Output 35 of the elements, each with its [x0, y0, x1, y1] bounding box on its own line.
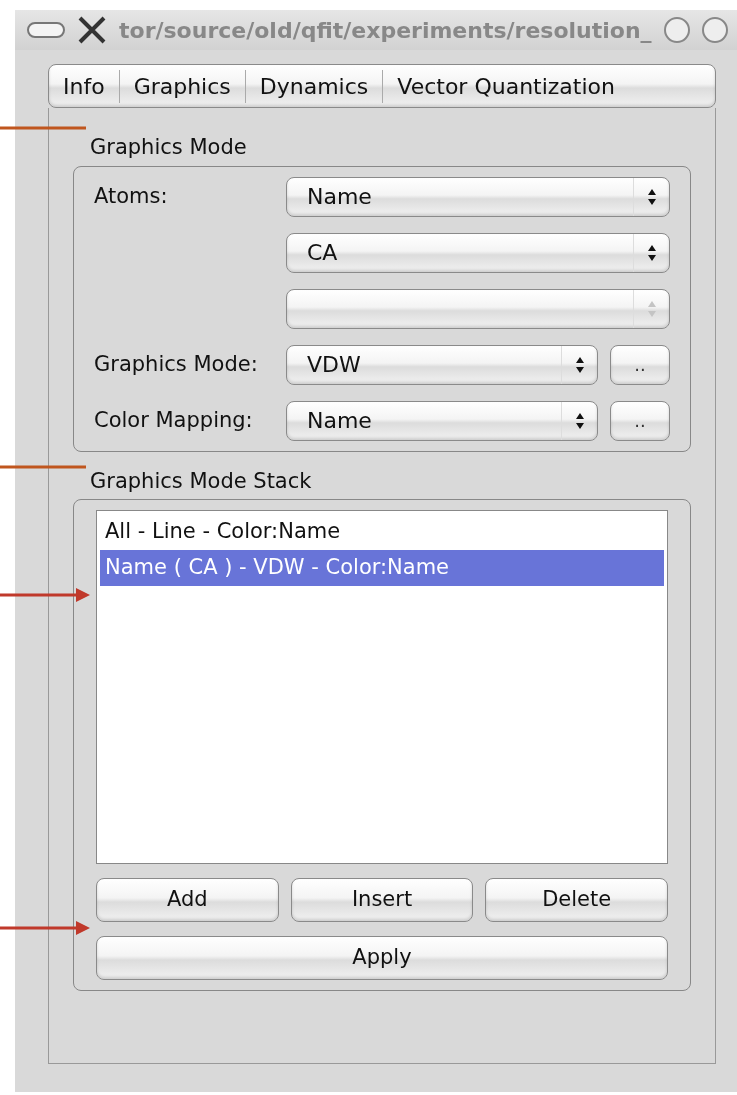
x-logo-icon — [77, 15, 107, 45]
action-button[interactable]: Insert — [290, 878, 474, 922]
collapse-button[interactable] — [27, 22, 65, 38]
group-title: Graphics Mode — [90, 134, 248, 161]
dropdown[interactable]: CA — [286, 232, 670, 273]
tab[interactable]: Vector Quantization — [382, 69, 715, 103]
window-title: tor/source/old/qfit/experiments/resolution_ — [119, 16, 652, 45]
action-button[interactable]: Delete — [485, 878, 668, 922]
dropdown[interactable]: Name — [286, 400, 598, 441]
up-down-arrows-icon — [574, 411, 585, 430]
dropdown[interactable]: Name — [286, 176, 670, 217]
tab[interactable]: Graphics — [118, 69, 245, 103]
list-item[interactable]: Name ( CA ) - VDW - Color:Name — [100, 550, 664, 586]
tab[interactable]: Dynamics — [244, 69, 383, 103]
dropdown[interactable]: VDW — [286, 344, 598, 385]
dropdown-value: VDW — [306, 351, 362, 379]
dropdown-value: CA — [306, 239, 339, 267]
group-title: Graphics Mode Stack — [90, 467, 313, 495]
tab[interactable]: Info — [49, 69, 119, 103]
up-down-arrows-icon — [646, 299, 657, 318]
field-label: Atoms: — [94, 183, 168, 208]
field-label: Color Mapping: — [94, 407, 253, 432]
minimize-button[interactable] — [663, 17, 690, 43]
more-button[interactable]: .. — [610, 344, 670, 385]
field-label: Graphics Mode: — [94, 351, 258, 376]
maximize-button[interactable] — [701, 17, 728, 43]
up-down-arrows-icon — [646, 187, 657, 206]
action-button[interactable]: Add — [96, 878, 279, 922]
up-down-arrows-icon — [646, 243, 657, 262]
list-item[interactable]: All - Line - Color:Name — [100, 514, 664, 550]
dropdown-value: Name — [306, 183, 373, 211]
up-down-arrows-icon — [574, 355, 585, 374]
dropdown-value: Name — [306, 407, 373, 435]
apply-button[interactable]: Apply — [96, 936, 668, 980]
more-button[interactable]: .. — [610, 400, 670, 441]
